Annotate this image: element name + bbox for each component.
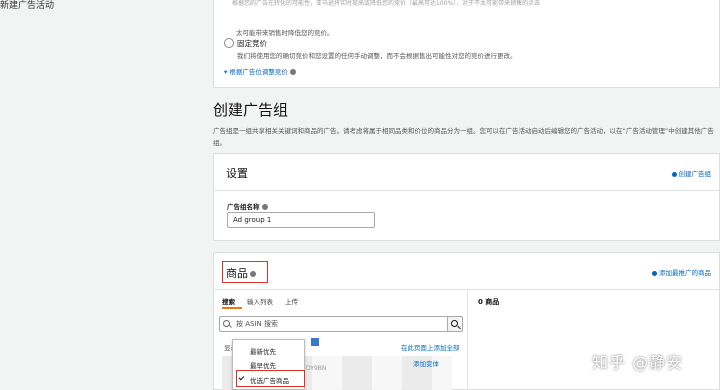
fixed-bid-radio[interactable] xyxy=(224,38,234,48)
search-icon xyxy=(451,320,458,327)
fixed-bid-label: 固定竞价 xyxy=(237,39,267,48)
settings-header: 设置 创建广告组 xyxy=(214,154,719,191)
info-icon xyxy=(289,69,296,75)
bidding-card: 根据您的广告在转化的可能性，亚马逊将实时提高或降低您的竞价（最高可达100%），… xyxy=(213,0,720,88)
tab-upload[interactable]: 上传 xyxy=(285,298,298,306)
search-button[interactable] xyxy=(447,316,463,332)
create-ad-group-label: 创建广告组 xyxy=(678,170,712,178)
tab-enter-list[interactable]: 输入列表 xyxy=(247,298,273,306)
product-id-text: DY9BN xyxy=(306,365,327,372)
active-tab-indicator xyxy=(222,307,242,309)
product-thumbnail xyxy=(311,338,319,346)
window-title: 新建广告活动 xyxy=(0,1,55,11)
bidding-hint-text: 太可能带来销售时降低您的竞价。 xyxy=(236,29,334,37)
ad-group-title: 创建广告组 xyxy=(213,101,289,119)
adjust-link-label: 根据广告位调整竞价 xyxy=(229,68,288,76)
products-title: 商品 xyxy=(226,265,256,281)
products-header: 商品 添加最推广的商品 xyxy=(214,253,719,290)
add-products-label: 添加最推广的商品 xyxy=(659,269,711,277)
create-ad-group-link[interactable]: 创建广告组 xyxy=(671,168,712,178)
product-tabs: 搜索 输入列表 上传 xyxy=(222,296,310,306)
settings-card: 设置 创建广告组 广告组名称 Ad group 1 xyxy=(213,153,720,241)
sort-option-featured[interactable]: 优选广告商品 xyxy=(250,375,289,385)
ad-group-name-input[interactable]: Ad group 1 xyxy=(227,212,375,228)
info-icon xyxy=(250,271,256,277)
tab-search[interactable]: 搜索 xyxy=(222,298,235,306)
search-icon xyxy=(223,320,230,327)
add-variation-link[interactable]: 添加变体 xyxy=(413,358,439,368)
selected-products-count: 0 商品 xyxy=(478,298,500,306)
add-promoted-products-link[interactable]: 添加最推广的商品 xyxy=(652,267,711,277)
sort-option-newest[interactable]: 最新优先 xyxy=(250,346,276,356)
bidding-truncated-text: 根据您的广告在转化的可能性，亚马逊将实时提高或降低您的竞价（最高可达100%），… xyxy=(232,0,541,7)
settings-title: 设置 xyxy=(226,167,248,180)
ad-group-description: 广告组是一组共享相关关键词和商品的广告。请考虑将属于相同品类和价位的商品分为一组… xyxy=(213,127,714,147)
help-icon xyxy=(671,171,677,177)
left-gutter xyxy=(0,14,200,390)
sort-option-oldest[interactable]: 最早优先 xyxy=(250,360,276,370)
asin-search-input[interactable]: 按 ASIN 搜索 xyxy=(219,316,455,332)
sort-dropdown-menu: 最新优先 最早优先 优选广告商品 xyxy=(232,339,305,390)
info-icon xyxy=(261,204,268,210)
adjust-by-placement-link[interactable]: ▾ 根据广告位调整竞价 xyxy=(224,66,296,76)
add-all-on-page-link[interactable]: 在此页面上添加全部 xyxy=(401,342,460,352)
fixed-bid-description: 我们将使用您的确切竞价和您设置的任何手动调整，而不会根据售出可能性对您的竞价进行… xyxy=(237,52,517,60)
watermark-text: 知乎 @静安 xyxy=(592,353,684,372)
ad-group-name-label: 广告组名称 xyxy=(227,201,268,211)
help-icon xyxy=(652,270,657,276)
